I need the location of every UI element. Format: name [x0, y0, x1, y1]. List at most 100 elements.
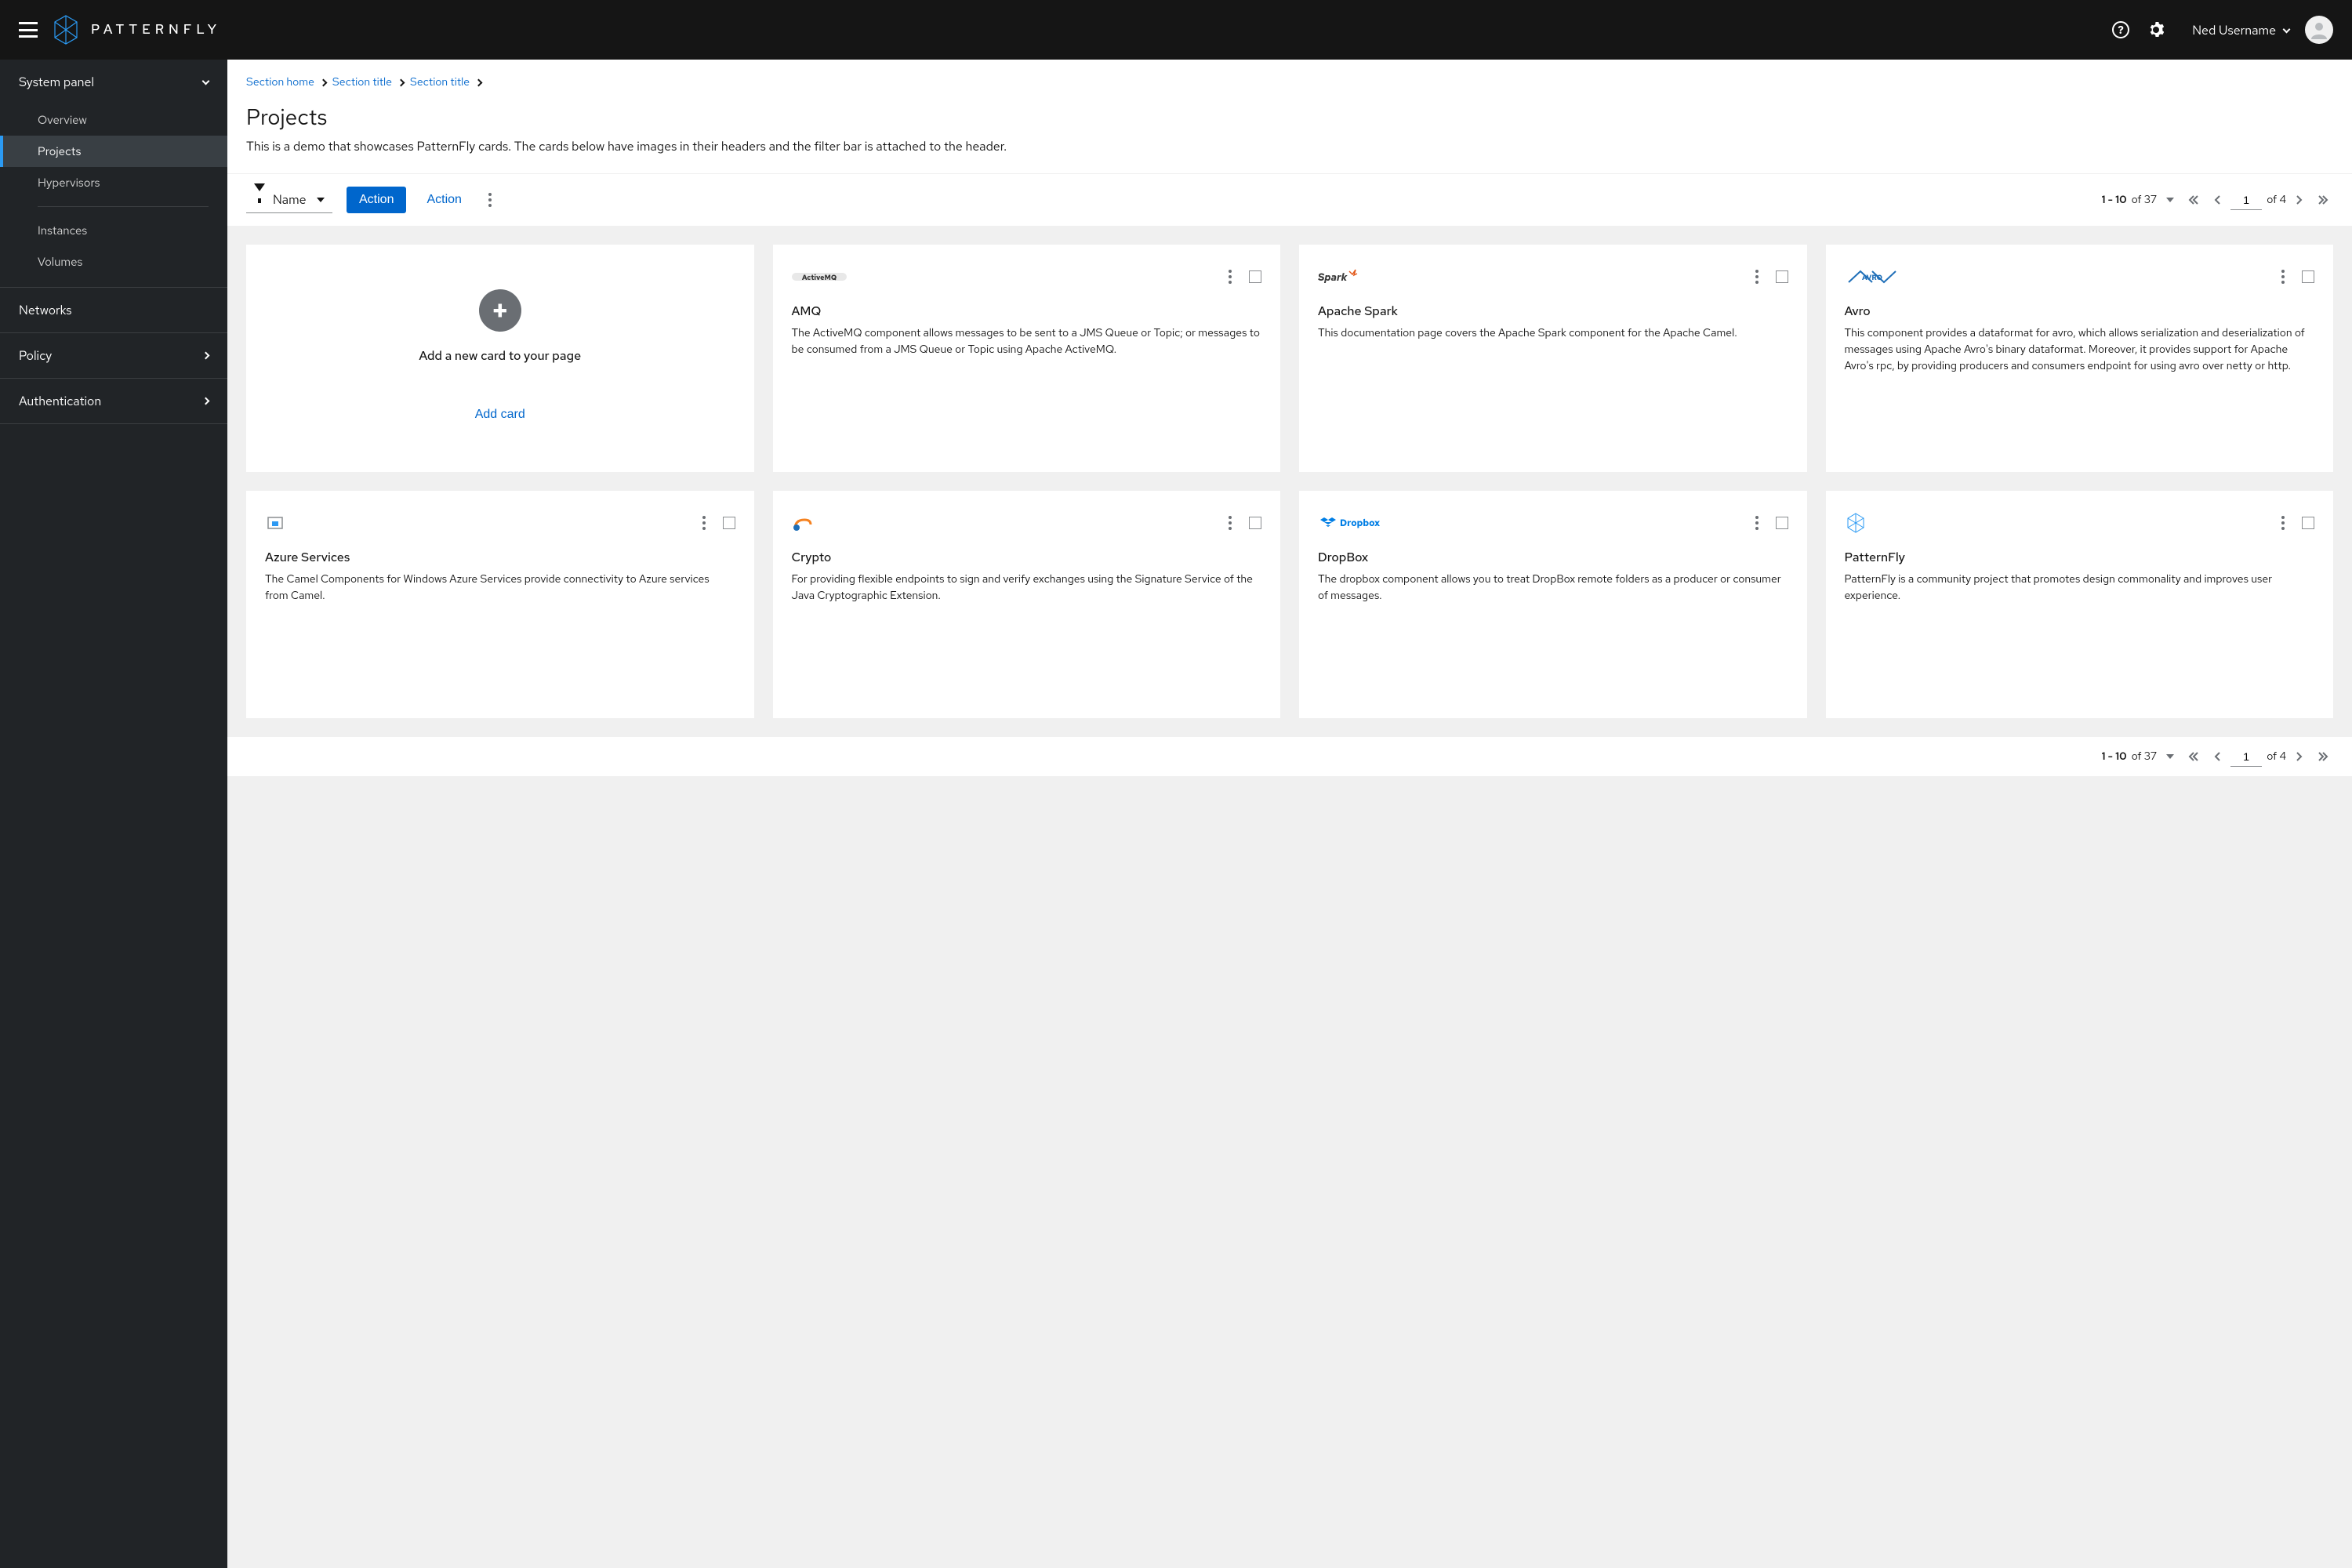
username-label: Ned Username	[2192, 22, 2276, 38]
card-select-checkbox[interactable]	[1776, 517, 1788, 529]
card-select-checkbox[interactable]	[1249, 517, 1261, 529]
settings-gear-icon[interactable]	[2148, 22, 2164, 38]
help-icon[interactable]: ?	[2112, 21, 2129, 38]
project-card-amq[interactable]: ActiveMQ AMQ The ActiveMQ component allo…	[773, 245, 1281, 472]
pagination-top: 1 - 10 of 37 of 4	[2101, 190, 2333, 210]
action-primary-button[interactable]: Action	[347, 187, 406, 213]
user-avatar[interactable]	[2305, 16, 2333, 44]
card-select-checkbox[interactable]	[1249, 270, 1261, 283]
chevron-down-icon	[2283, 25, 2291, 33]
kebab-icon	[702, 516, 706, 530]
svg-text:?: ?	[2118, 24, 2124, 38]
user-menu-toggle[interactable]: Ned Username	[2192, 22, 2289, 38]
chevron-right-icon	[398, 76, 404, 89]
card-actions-button[interactable]	[1222, 263, 1238, 290]
azure-logo-icon	[265, 514, 285, 532]
sidebar-item-projects[interactable]: Projects	[0, 136, 227, 167]
svg-text:AVRO: AVRO	[1861, 273, 1882, 282]
pagination-last-button[interactable]	[2313, 746, 2333, 767]
card-title: Crypto	[792, 549, 1262, 565]
crypto-logo-icon	[792, 514, 814, 532]
overflow-menu-button[interactable]	[482, 187, 498, 213]
nav-group-authentication[interactable]: Authentication	[0, 379, 227, 423]
pagination-first-button[interactable]	[2183, 746, 2204, 767]
card-select-checkbox[interactable]	[2302, 517, 2314, 529]
card-actions-button[interactable]	[1749, 510, 1765, 536]
project-card-spark[interactable]: Spark Apache Spark This documentation pa…	[1299, 245, 1807, 472]
breadcrumb-link[interactable]: Section title	[332, 75, 392, 89]
sidebar-item-volumes[interactable]: Volumes	[0, 246, 227, 278]
add-card-button[interactable]: Add card	[469, 401, 532, 428]
card-title: Azure Services	[265, 549, 735, 565]
card-body: The ActiveMQ component allows messages t…	[792, 325, 1262, 358]
card-actions-button[interactable]	[2275, 510, 2291, 536]
activemq-logo-icon: ActiveMQ	[792, 267, 847, 286]
filter-attribute-select[interactable]: Name	[246, 187, 332, 213]
svg-text:Spark: Spark	[1318, 270, 1348, 284]
card-body: For providing flexible endpoints to sign…	[792, 572, 1262, 604]
toolbar: Name Action Action 1 - 10 of 37 of 4	[227, 173, 2352, 226]
pagination-bottom: 1 - 10 of 37 of 4	[227, 737, 2352, 776]
per-page-toggle[interactable]	[2161, 193, 2179, 207]
project-card-avro[interactable]: AVRO Avro This component provides a data…	[1826, 245, 2334, 472]
sidebar-item-instances[interactable]: Instances	[0, 215, 227, 246]
chevron-right-icon	[202, 352, 210, 360]
card-actions-button[interactable]	[1222, 510, 1238, 536]
brand-logo[interactable]: PATTERNFLY	[52, 14, 221, 45]
card-body: This component provides a dataformat for…	[1845, 325, 2315, 375]
sidebar-item-hypervisors[interactable]: Hypervisors	[0, 167, 227, 198]
kebab-icon	[2281, 270, 2285, 284]
kebab-icon	[488, 193, 492, 207]
chevron-right-icon	[476, 76, 481, 89]
svg-text:Dropbox: Dropbox	[1340, 517, 1380, 529]
card-select-checkbox[interactable]	[2302, 270, 2314, 283]
patternfly-logo-icon	[52, 14, 80, 45]
chevron-right-icon	[202, 397, 210, 405]
nav-toggle-button[interactable]	[19, 22, 38, 38]
card-select-checkbox[interactable]	[723, 517, 735, 529]
nav-group-networks[interactable]: Networks	[0, 288, 227, 332]
pagination-next-button[interactable]	[2291, 746, 2308, 767]
caret-down-icon	[317, 198, 325, 202]
caret-down-icon	[2166, 198, 2174, 202]
card-select-checkbox[interactable]	[1776, 270, 1788, 283]
masthead: PATTERNFLY ? Ned Username	[0, 0, 2352, 60]
pagination-next-button[interactable]	[2291, 190, 2308, 210]
nav-group-system-panel[interactable]: System panel	[0, 60, 227, 104]
sidebar-item-overview[interactable]: Overview	[0, 104, 227, 136]
pagination-prev-button[interactable]	[2209, 746, 2226, 767]
project-card-patternfly[interactable]: PatternFly PatternFly is a community pro…	[1826, 491, 2334, 718]
kebab-icon	[2281, 516, 2285, 530]
svg-text:ActiveMQ: ActiveMQ	[801, 273, 836, 282]
card-title: AMQ	[792, 303, 1262, 319]
breadcrumb-link[interactable]: Section title	[410, 75, 470, 89]
main-content: Section home Section title Section title…	[227, 60, 2352, 1568]
nav-group-policy[interactable]: Policy	[0, 333, 227, 378]
pagination-last-button[interactable]	[2313, 190, 2333, 210]
dropbox-logo-icon: Dropbox	[1318, 514, 1388, 532]
project-card-dropbox[interactable]: Dropbox DropBox The dropbox component al…	[1299, 491, 1807, 718]
breadcrumb-link[interactable]: Section home	[246, 75, 314, 89]
kebab-icon	[1755, 516, 1759, 530]
per-page-toggle[interactable]	[2161, 750, 2179, 764]
spark-logo-icon: Spark	[1318, 267, 1365, 286]
pagination-page-input[interactable]	[2230, 747, 2262, 767]
pagination-page-input[interactable]	[2230, 191, 2262, 210]
patternfly-logo-icon	[1845, 514, 1867, 532]
card-body: This documentation page covers the Apach…	[1318, 325, 1788, 342]
card-actions-button[interactable]	[696, 510, 712, 536]
filter-icon	[254, 191, 265, 208]
action-secondary-button[interactable]: Action	[420, 187, 467, 213]
pagination-first-button[interactable]	[2183, 190, 2204, 210]
breadcrumb: Section home Section title Section title	[246, 75, 2333, 89]
page-header: Section home Section title Section title…	[227, 60, 2352, 173]
pagination-prev-button[interactable]	[2209, 190, 2226, 210]
kebab-icon	[1229, 516, 1232, 530]
caret-down-icon	[2166, 754, 2174, 759]
card-body: PatternFly is a community project that p…	[1845, 572, 2315, 604]
card-actions-button[interactable]	[2275, 263, 2291, 290]
card-actions-button[interactable]	[1749, 263, 1765, 290]
project-card-crypto[interactable]: Crypto For providing flexible endpoints …	[773, 491, 1281, 718]
kebab-icon	[1229, 270, 1232, 284]
project-card-azure[interactable]: Azure Services The Camel Components for …	[246, 491, 754, 718]
